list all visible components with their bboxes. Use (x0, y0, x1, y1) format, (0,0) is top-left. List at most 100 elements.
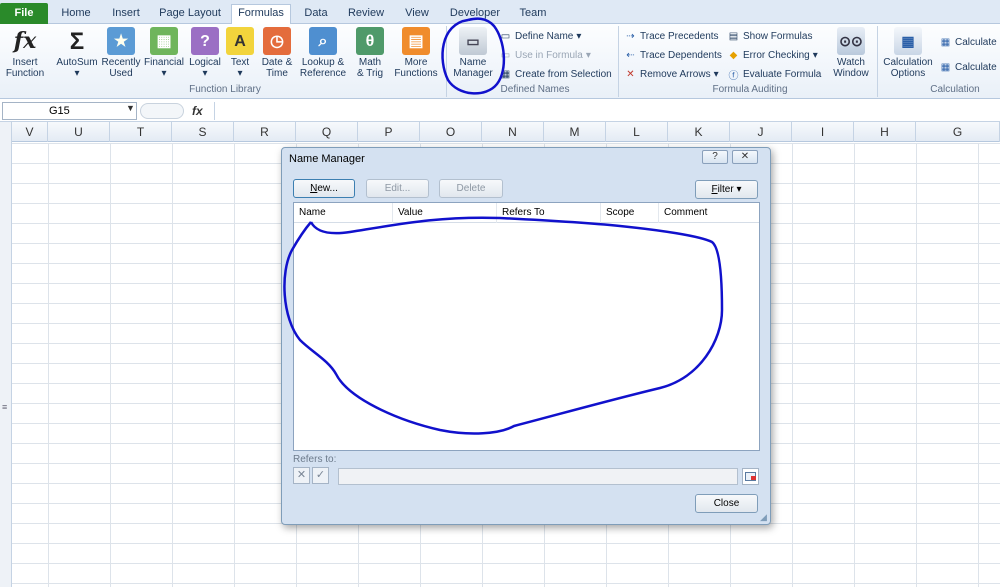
watch-window-button[interactable]: ⊙⊙ Watch Window (828, 27, 874, 79)
name-manager-dialog: Name Manager ? ✕ New... Edit... Delete F… (281, 147, 771, 525)
lookup-reference-button[interactable]: ⌕ Lookup & Reference (298, 27, 348, 79)
cancel-edit-icon[interactable]: ✕ (293, 467, 310, 484)
financial-button[interactable]: ▦ Financial ▾ (143, 27, 185, 79)
tab-file[interactable]: File (0, 3, 48, 24)
column-header[interactable]: U (48, 122, 110, 142)
column-header[interactable]: L (606, 122, 668, 142)
autosum-button[interactable]: Σ AutoSum ▾ (55, 27, 99, 79)
formula-bar-handle[interactable] (140, 103, 184, 119)
column-header[interactable]: Q (296, 122, 358, 142)
insert-function-label-2: Function (5, 68, 45, 79)
refers-to-input[interactable] (338, 468, 738, 485)
column-header[interactable]: G (916, 122, 1000, 142)
column-header[interactable]: K (668, 122, 730, 142)
column-header[interactable]: O (420, 122, 482, 142)
name-manager-button[interactable]: ▭ Name Manager (450, 27, 496, 79)
sigma-icon: Σ (69, 27, 85, 55)
confirm-edit-icon[interactable]: ✓ (312, 467, 329, 484)
name-box[interactable]: G15 (2, 102, 137, 120)
column-header[interactable]: M (544, 122, 606, 142)
edit-button[interactable]: Edit... (366, 179, 429, 198)
column-header[interactable]: N (482, 122, 544, 142)
calculate-sheet-label: Calculate S (955, 62, 1000, 73)
row-header-strip[interactable]: ≡ (0, 122, 12, 587)
calculation-options-button[interactable]: ▦ Calculation Options (881, 27, 935, 79)
show-formulas-button[interactable]: ▤ Show Formulas (727, 30, 813, 43)
more-functions-button[interactable]: ▤ More Functions (390, 27, 442, 79)
calculation-options-label-1: Calculation (883, 57, 933, 68)
date-time-label-1: Date & (261, 57, 293, 68)
column-header[interactable]: T (110, 122, 172, 142)
new-button[interactable]: New... (293, 179, 355, 198)
tab-team[interactable]: Team (515, 5, 551, 24)
dropdown-arrow-icon: ▾ (161, 68, 167, 79)
close-button[interactable]: Close (695, 494, 758, 513)
logical-button[interactable]: ? Logical ▾ (187, 27, 223, 79)
remove-arrows-button[interactable]: ✕ Remove Arrows ▾ (624, 68, 719, 81)
dialog-close-x-button[interactable]: ✕ (732, 150, 758, 164)
column-header[interactable]: S (172, 122, 234, 142)
text-button[interactable]: A Text ▾ (225, 27, 255, 79)
dropdown-arrow-icon: ▾ (237, 68, 243, 79)
tab-developer[interactable]: Developer (446, 5, 504, 24)
resize-grip-icon[interactable]: ◢ (760, 512, 767, 523)
help-button[interactable]: ? (702, 150, 728, 164)
column-header[interactable]: H (854, 122, 916, 142)
tab-view[interactable]: View (399, 5, 435, 24)
column-header-name[interactable]: Name (294, 203, 393, 223)
calculate-now-button[interactable]: ▦ Calculate N (939, 36, 1000, 49)
column-header-comment[interactable]: Comment (659, 203, 759, 223)
column-header-value[interactable]: Value (393, 203, 497, 223)
group-label-defined-names: Defined Names (500, 84, 570, 95)
recently-used-button[interactable]: ★ Recently Used (101, 27, 141, 79)
trace-precedents-button[interactable]: ⇢ Trace Precedents (624, 30, 718, 43)
tab-home[interactable]: Home (56, 5, 96, 24)
collapse-dialog-icon[interactable] (742, 468, 759, 485)
formula-input[interactable] (214, 102, 998, 120)
trace-dependents-button[interactable]: ⇠ Trace Dependents (624, 49, 722, 62)
refers-to-label: Refers to: (293, 454, 337, 465)
filter-button[interactable]: Filter ▾ (695, 180, 758, 199)
tab-review[interactable]: Review (344, 5, 388, 24)
splitter-handle-icon[interactable]: ≡ (2, 402, 7, 412)
define-name-button[interactable]: ▭ Define Name ▾ (499, 30, 582, 43)
calculator-icon: ▦ (894, 27, 922, 55)
column-header[interactable]: J (730, 122, 792, 142)
dialog-title: Name Manager (289, 153, 365, 165)
create-from-selection-button[interactable]: ▦ Create from Selection (499, 68, 612, 81)
column-header-scope[interactable]: Scope (601, 203, 659, 223)
name-box-dropdown-icon[interactable]: ▼ (126, 103, 135, 113)
error-checking-button[interactable]: ◆ Error Checking ▾ (727, 49, 818, 62)
more-label-1: More (404, 57, 428, 68)
column-header-refers-to[interactable]: Refers To (497, 203, 601, 223)
lookup-label-1: Lookup & (301, 57, 345, 68)
tab-page-layout[interactable]: Page Layout (156, 5, 224, 24)
financial-label: Financial (143, 57, 185, 68)
column-header[interactable]: V (12, 122, 48, 142)
watch-window-label-1: Watch (837, 57, 865, 68)
recently-used-label-2: Used (109, 68, 133, 79)
fx-insert-function-icon[interactable]: fx (192, 102, 212, 120)
names-list[interactable]: Name Value Refers To Scope Comment (293, 202, 760, 451)
name-manager-label-1: Name (459, 57, 487, 68)
use-in-formula-button[interactable]: ▭ Use in Formula ▾ (499, 49, 591, 62)
math-trig-button[interactable]: θ Math & Trig (352, 27, 388, 79)
autosum-label: AutoSum (56, 57, 98, 68)
tab-data[interactable]: Data (299, 5, 333, 24)
insert-function-button[interactable]: fx Insert Function (2, 27, 48, 80)
column-header[interactable]: R (234, 122, 296, 142)
calculator-small-icon: ▦ (940, 37, 951, 48)
column-header[interactable]: P (358, 122, 420, 142)
column-header[interactable]: I (792, 122, 854, 142)
error-checking-label: Error Checking (743, 50, 810, 61)
calculator-sheet-icon: ▦ (940, 62, 951, 73)
logical-label: Logical (189, 57, 221, 68)
evaluate-formula-button[interactable]: ⓕ Evaluate Formula (727, 68, 822, 82)
more-label-2: Functions (394, 68, 438, 79)
tab-formulas[interactable]: Formulas (231, 4, 291, 24)
delete-button[interactable]: Delete (439, 179, 503, 198)
calculate-sheet-button[interactable]: ▦ Calculate S (939, 61, 1000, 74)
date-time-button[interactable]: ◷ Date & Time (258, 27, 296, 79)
dropdown-arrow-icon: ▾ (713, 69, 719, 80)
tab-insert[interactable]: Insert (104, 5, 148, 24)
